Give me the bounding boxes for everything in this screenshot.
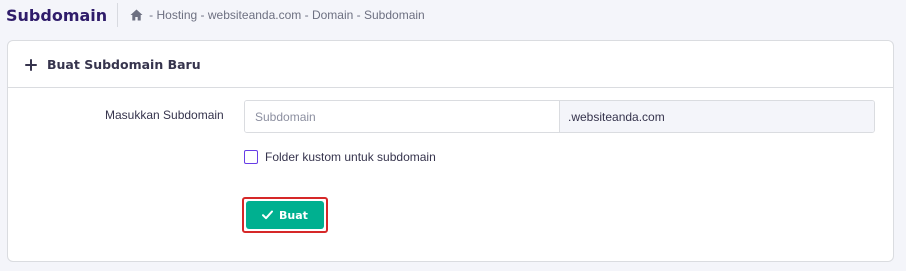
subdomain-field-label: Masukkan Subdomain [105,108,224,122]
plus-icon [25,58,37,71]
submit-highlight: Buat [242,197,328,233]
card-header: Buat Subdomain Baru [8,41,893,88]
page-header: Subdomain - Hosting - websiteanda.com - … [0,0,906,30]
breadcrumb-domain[interactable]: Domain [312,8,353,22]
custom-folder-label: Folder kustom untuk subdomain [265,150,436,164]
breadcrumb-hosting[interactable]: Hosting [157,8,198,22]
breadcrumb-separator: - [304,8,309,22]
custom-folder-checkbox[interactable] [244,150,258,164]
page-title: Subdomain [6,5,108,25]
create-subdomain-card: Buat Subdomain Baru Masukkan Subdomain .… [7,40,894,262]
breadcrumb-separator: - [200,8,205,22]
breadcrumb-separator: - [149,8,154,22]
breadcrumb: - Hosting - websiteanda.com - Domain - S… [130,8,425,22]
breadcrumb-separator: - [356,8,361,22]
create-button[interactable]: Buat [246,201,324,229]
card-title: Buat Subdomain Baru [47,56,201,72]
subdomain-input-group: .websiteanda.com [244,100,875,133]
domain-suffix: .websiteanda.com [560,101,874,132]
title-divider [117,3,119,27]
breadcrumb-website[interactable]: websiteanda.com [208,8,301,22]
home-icon[interactable] [130,9,143,21]
subdomain-input[interactable] [245,101,560,132]
custom-folder-option[interactable]: Folder kustom untuk subdomain [244,150,436,164]
create-button-label: Buat [279,208,308,222]
check-icon [262,210,274,220]
breadcrumb-subdomain: Subdomain [364,8,425,22]
